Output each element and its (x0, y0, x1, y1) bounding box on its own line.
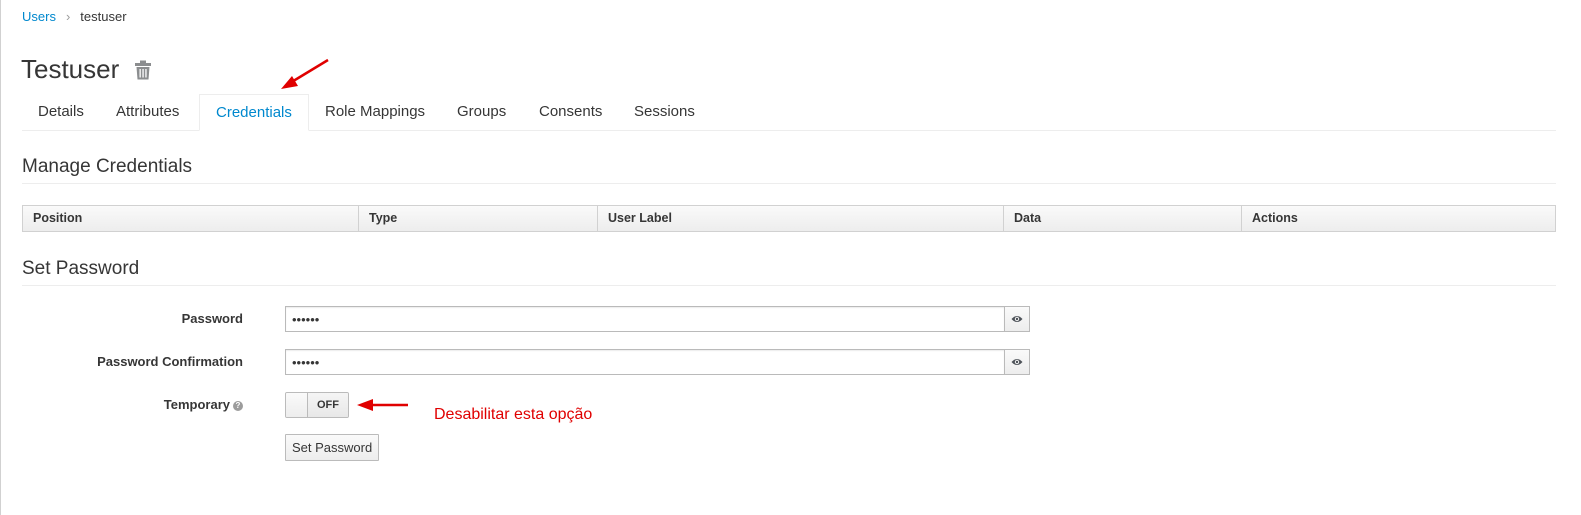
password-confirmation-input[interactable] (285, 349, 1004, 375)
page-left-border (0, 0, 1, 515)
eye-icon (1011, 359, 1023, 365)
column-header-position[interactable]: Position (23, 206, 359, 231)
set-password-button[interactable]: Set Password (285, 434, 380, 461)
section-divider (22, 183, 1556, 184)
arrow-to-credentials-tab (281, 58, 329, 89)
user-tabs: Details Attributes Credentials Role Mapp… (22, 94, 1556, 131)
password-field-group (285, 306, 1030, 332)
column-header-type[interactable]: Type (359, 206, 598, 231)
set-password-heading: Set Password (22, 258, 140, 279)
tab-credentials[interactable]: Credentials (199, 94, 309, 131)
column-header-actions[interactable]: Actions (1242, 206, 1555, 231)
tab-sessions[interactable]: Sessions (618, 94, 711, 130)
password-input[interactable] (285, 306, 1004, 332)
temporary-toggle[interactable]: OFF (285, 392, 349, 418)
password-confirmation-field-group (285, 349, 1030, 375)
toggle-state-label: OFF (308, 393, 348, 417)
help-icon[interactable]: ? (233, 401, 243, 411)
eye-icon (1011, 316, 1023, 322)
credentials-table-header: Position Type User Label Data Actions (22, 205, 1556, 232)
breadcrumb: Users › testuser (22, 9, 127, 24)
page-title: Testuser (21, 54, 120, 84)
tab-attributes[interactable]: Attributes (100, 94, 195, 130)
show-password-button[interactable] (1004, 306, 1030, 332)
annotation-arrows (281, 58, 408, 411)
tab-role-mappings[interactable]: Role Mappings (309, 94, 441, 130)
annotation-text: Desabilitar esta opção (434, 406, 593, 423)
trash-icon[interactable] (134, 60, 152, 80)
tab-consents[interactable]: Consents (523, 94, 618, 130)
tab-details[interactable]: Details (22, 94, 100, 130)
show-password-confirmation-button[interactable] (1004, 349, 1030, 375)
column-header-user-label[interactable]: User Label (598, 206, 1004, 231)
breadcrumb-users-link[interactable]: Users (22, 9, 56, 24)
breadcrumb-separator: › (65, 9, 71, 24)
section-divider (22, 285, 1556, 286)
password-label: Password (181, 311, 243, 326)
toggle-knob (286, 393, 308, 417)
temporary-label: Temporary (163, 397, 230, 412)
breadcrumb-current: testuser (80, 9, 127, 24)
temporary-label-group: Temporary? (164, 397, 243, 412)
column-header-data[interactable]: Data (1004, 206, 1242, 231)
tab-groups[interactable]: Groups (441, 94, 522, 130)
manage-credentials-heading: Manage Credentials (22, 156, 193, 177)
arrow-to-temporary-toggle (357, 399, 408, 411)
password-confirmation-label: Password Confirmation (97, 354, 243, 369)
